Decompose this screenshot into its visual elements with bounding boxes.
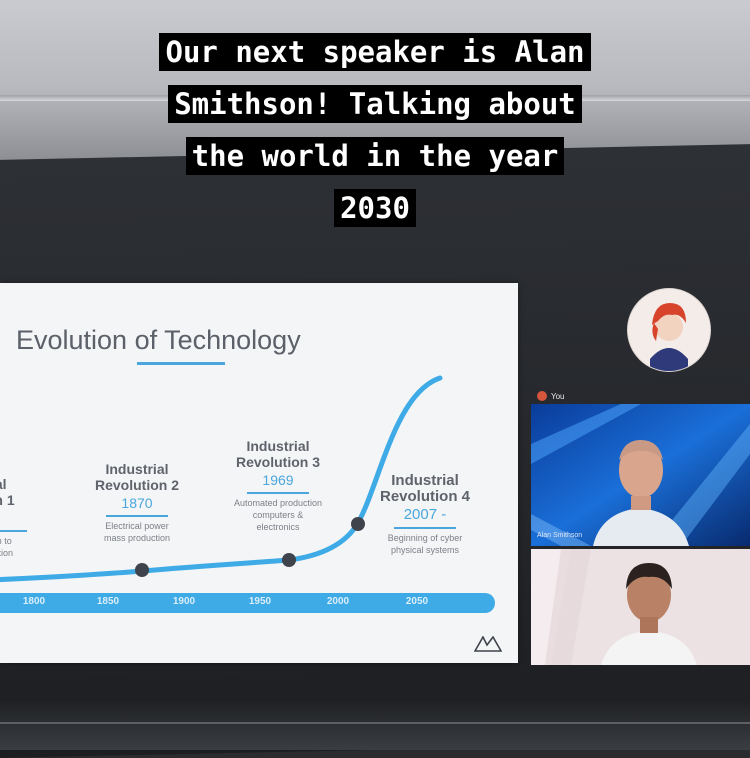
self-view-label: You: [537, 390, 565, 402]
milestone-dot: [351, 517, 365, 531]
revolution-title: rial: [0, 476, 7, 492]
presentation-slide: Evolution of Technology rial tion 1 4 ss…: [0, 283, 518, 663]
viewer-video-tile[interactable]: [531, 549, 750, 665]
revolution-rule: [106, 515, 168, 517]
revolution-title: Industrial: [391, 472, 459, 489]
revolution-2: Industrial Revolution 2 1870 Electrical …: [82, 461, 192, 544]
speaker-video-frame: [531, 404, 750, 546]
revolution-desc: physical systems: [390, 545, 460, 555]
revolution-desc: Electrical power: [105, 521, 169, 531]
revolution-rule: [247, 492, 309, 494]
revolution-rule: [394, 527, 456, 529]
milestone-dot: [135, 563, 149, 577]
revolution-desc: mass production: [103, 533, 171, 543]
brand-logo-icon: [474, 636, 502, 652]
revolution-title: tion 1: [0, 492, 15, 508]
anime-avatar-icon: [628, 289, 710, 371]
revolution-year: 4: [0, 510, 46, 526]
revolution-title: Revolution 4: [379, 488, 470, 505]
revolution-title: Industrial: [105, 461, 169, 477]
revolution-1: rial tion 1 4 ssam to oduction: [0, 476, 46, 559]
timeline-tick: 1800: [22, 596, 46, 607]
timeline-tick: 1900: [172, 596, 196, 607]
revolution-desc: computers &: [252, 510, 304, 520]
revolution-rule: [0, 530, 27, 532]
monitor-bezel: [0, 700, 750, 750]
revolution-year: 1969: [262, 472, 294, 488]
speaker-name-label: Alan Smithson: [537, 532, 583, 539]
milestone-dot: [282, 553, 296, 567]
participant-avatar[interactable]: [627, 288, 711, 372]
timeline-tick: 1950: [248, 596, 272, 607]
revolution-title: Industrial: [246, 438, 310, 454]
revolution-title: Revolution 2: [94, 477, 179, 493]
caption-line: Smithson! Talking about: [168, 85, 582, 123]
speaker-video-tile[interactable]: [531, 404, 750, 546]
timeline-tick: 2000: [326, 596, 350, 607]
caption-line: Our next speaker is Alan: [159, 33, 591, 71]
revolution-desc: electronics: [256, 522, 300, 532]
caption-line: the world in the year: [185, 137, 565, 175]
story-caption: Our next speaker is Alan Smithson! Talki…: [60, 26, 690, 234]
caption-line: 2030: [334, 189, 416, 227]
revolution-year: 2007 -: [403, 506, 447, 523]
mic-indicator-icon: [537, 391, 547, 401]
monitor-edge: [0, 722, 750, 724]
revolution-desc: oduction: [0, 548, 14, 558]
timeline-tick: 1850: [96, 596, 120, 607]
timeline-tick: 2050: [405, 596, 429, 607]
revolution-3: Industrial Revolution 3 1969 Automated p…: [222, 438, 334, 533]
revolution-desc: ssam to: [0, 536, 12, 546]
revolution-year: 1870: [121, 495, 153, 511]
viewer-video-frame: [531, 549, 750, 665]
revolution-desc: Beginning of cyber: [387, 533, 463, 543]
revolution-title: Revolution 3: [235, 454, 320, 470]
revolution-4: Industrial Revolution 4 2007 - Beginning…: [370, 473, 480, 556]
you-text: You: [551, 391, 565, 401]
revolution-desc: Automated production: [233, 498, 323, 508]
